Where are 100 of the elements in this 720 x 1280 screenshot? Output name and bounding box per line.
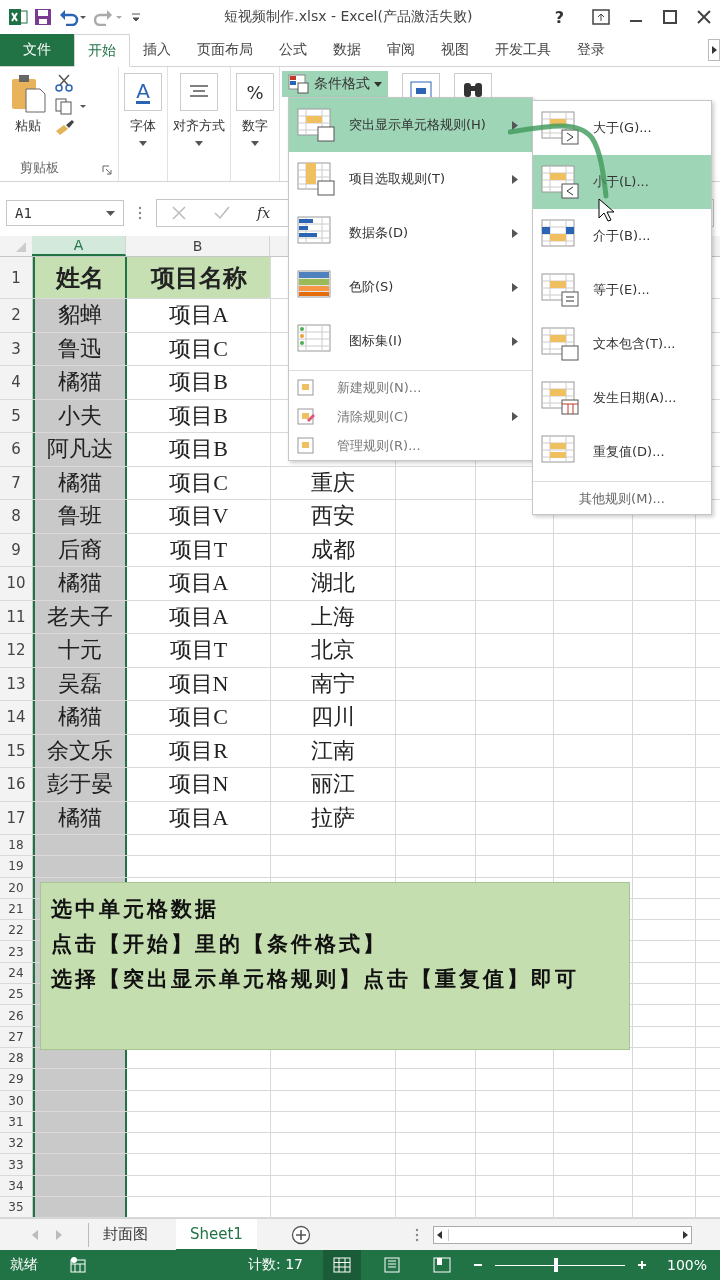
row-header[interactable]: 2: [0, 299, 33, 332]
row-header[interactable]: 30: [0, 1090, 33, 1111]
menu-item[interactable]: 介于(B)...: [533, 209, 711, 263]
table-cell: 成都: [271, 533, 396, 566]
row-header[interactable]: 7: [0, 466, 33, 499]
row-header[interactable]: 33: [0, 1154, 33, 1175]
customize-icon[interactable]: [130, 10, 142, 24]
row-header[interactable]: 14: [0, 701, 33, 734]
row-header[interactable]: 18: [0, 835, 33, 856]
row-header[interactable]: 29: [0, 1069, 33, 1090]
row-header[interactable]: 9: [0, 533, 33, 566]
dialog-launcher-icon[interactable]: [102, 165, 112, 175]
menu-item[interactable]: 色阶(S): [289, 260, 532, 314]
row-header[interactable]: 8: [0, 500, 33, 533]
row-header[interactable]: 28: [0, 1047, 33, 1069]
menu-item[interactable]: 等于(E)...: [533, 263, 711, 317]
conditional-formatting-button[interactable]: 条件格式: [282, 71, 388, 97]
table-cell: 小夫: [33, 399, 127, 432]
row-header[interactable]: 3: [0, 332, 33, 365]
ribbon-tab[interactable]: 审阅: [374, 34, 428, 66]
row-header[interactable]: 13: [0, 667, 33, 700]
submenu-arrow-icon: [512, 336, 518, 346]
row-header[interactable]: 27: [0, 1026, 33, 1047]
row-header[interactable]: 20: [0, 877, 33, 898]
menu-item[interactable]: 大于(G)...: [533, 101, 711, 155]
row-header[interactable]: 4: [0, 366, 33, 399]
ribbon-tab[interactable]: 插入: [130, 34, 184, 66]
row-header[interactable]: 19: [0, 856, 33, 877]
table-cell: 项目R: [127, 734, 271, 767]
maximize-icon[interactable]: [662, 9, 678, 25]
format-painter-icon[interactable]: [54, 119, 76, 137]
ribbon-display-icon[interactable]: [592, 9, 610, 25]
undo-icon[interactable]: [58, 8, 88, 26]
horizontal-scrollbar[interactable]: [432, 1225, 692, 1244]
row-header[interactable]: 25: [0, 984, 33, 1005]
insert-function-button[interactable]: fx: [257, 205, 271, 221]
sheet-tab[interactable]: 封面图: [89, 1218, 162, 1251]
row-header[interactable]: 5: [0, 399, 33, 432]
menu-item[interactable]: 发生日期(A)...: [533, 371, 711, 425]
ribbon-tab[interactable]: 开始: [74, 34, 130, 67]
row-header[interactable]: 22: [0, 920, 33, 941]
table-cell: 鲁迅: [33, 332, 127, 365]
row-header[interactable]: 10: [0, 567, 33, 600]
menu-item[interactable]: 其他规则(M)...: [533, 484, 711, 514]
menu-item[interactable]: 数据条(D): [289, 206, 532, 260]
highlight-rule-icon: [297, 108, 335, 142]
row-header[interactable]: 21: [0, 898, 33, 920]
paste-icon[interactable]: [10, 73, 46, 113]
row-header[interactable]: 34: [0, 1175, 33, 1197]
row-header[interactable]: 16: [0, 768, 33, 801]
row-header[interactable]: 35: [0, 1197, 33, 1218]
menu-item[interactable]: 文本包含(T)...: [533, 317, 711, 371]
menu-item[interactable]: 清除规则(C): [289, 402, 532, 431]
name-box[interactable]: A1: [6, 200, 124, 226]
copy-icon[interactable]: [54, 97, 88, 115]
macro-record-icon[interactable]: [70, 1257, 86, 1273]
menu-item[interactable]: 管理规则(R)...: [289, 431, 532, 460]
add-sheet-icon[interactable]: [290, 1224, 311, 1245]
ribbon-tab[interactable]: 登录: [564, 34, 618, 66]
table-cell: 拉萨: [271, 801, 396, 834]
menu-item[interactable]: 项目选取规则(T): [289, 152, 532, 206]
save-icon[interactable]: [34, 8, 52, 26]
menu-item[interactable]: 重复值(D)...: [533, 425, 711, 479]
menu-item[interactable]: 小于(L)...: [533, 155, 711, 209]
paste-label[interactable]: 粘贴: [15, 117, 41, 135]
menu-item[interactable]: 突出显示单元格规则(H): [289, 98, 532, 152]
sheet-tab[interactable]: Sheet1: [176, 1218, 257, 1251]
row-header[interactable]: 31: [0, 1111, 33, 1133]
row-header[interactable]: 1: [0, 257, 33, 298]
row-header[interactable]: 26: [0, 1005, 33, 1026]
row-header[interactable]: 24: [0, 962, 33, 984]
row-header[interactable]: 32: [0, 1133, 33, 1154]
normal-view-button[interactable]: [323, 1250, 361, 1280]
zoom-in-icon[interactable]: [637, 1260, 647, 1270]
grip-icon: [414, 1226, 419, 1243]
ribbon-tab[interactable]: 公式: [266, 34, 320, 66]
row-header[interactable]: 12: [0, 634, 33, 667]
file-tab[interactable]: 文件: [0, 34, 74, 66]
row-header[interactable]: 23: [0, 941, 33, 962]
help-button[interactable]: ?: [554, 7, 564, 27]
row-header[interactable]: 11: [0, 600, 33, 633]
zoom-slider[interactable]: [554, 1257, 559, 1272]
alignment-button[interactable]: 对齐方式: [173, 73, 225, 146]
ribbon-tab[interactable]: 开发工具: [482, 34, 564, 66]
table-cell: 西安: [271, 500, 396, 533]
close-icon[interactable]: [696, 9, 712, 25]
row-header[interactable]: 15: [0, 734, 33, 767]
column-header[interactable]: B: [126, 236, 270, 256]
menu-item[interactable]: 图标集(I): [289, 314, 532, 368]
row-header[interactable]: 6: [0, 433, 33, 466]
menu-item[interactable]: 新建规则(N)...: [289, 373, 532, 402]
column-header[interactable]: A: [32, 236, 126, 256]
zoom-level-text[interactable]: 100%: [667, 1257, 707, 1273]
cut-icon[interactable]: [54, 73, 74, 93]
scroll-right-icon[interactable]: [708, 39, 720, 61]
ribbon-tab[interactable]: 数据: [320, 34, 374, 66]
ribbon-tab[interactable]: 页面布局: [184, 34, 266, 66]
row-header[interactable]: 17: [0, 801, 33, 834]
ribbon-tab[interactable]: 视图: [428, 34, 482, 66]
calendar-icon: [541, 381, 579, 415]
